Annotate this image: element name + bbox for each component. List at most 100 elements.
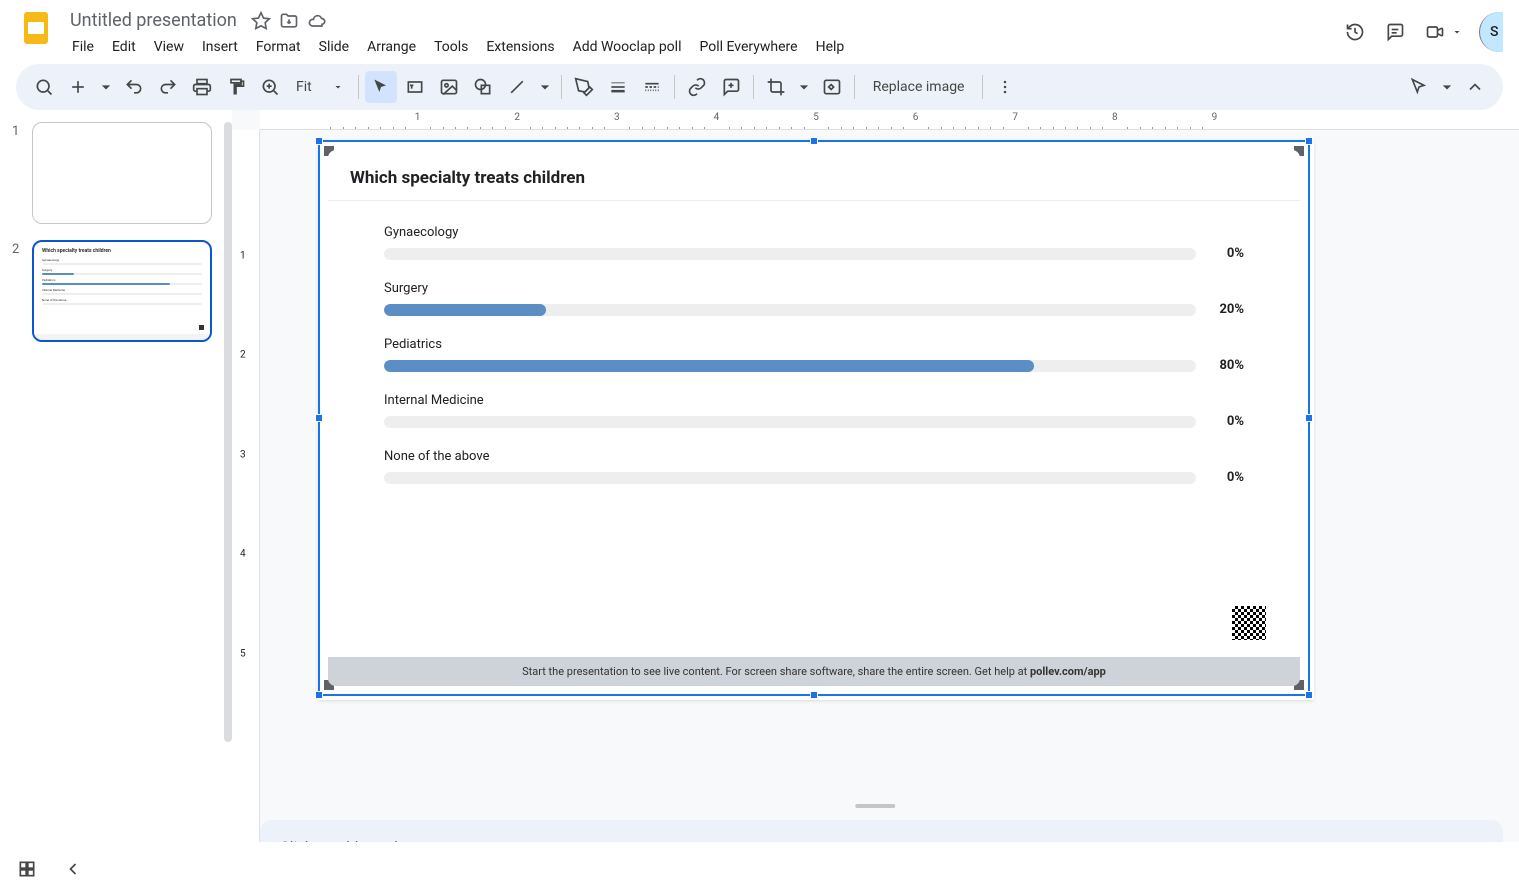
thumb-qr xyxy=(199,325,204,330)
resize-handle-br[interactable] xyxy=(1305,691,1313,699)
notes-splitter[interactable] xyxy=(554,802,1198,810)
print-icon[interactable] xyxy=(186,71,218,103)
menu-insert[interactable]: Insert xyxy=(194,35,246,59)
grid-view-icon[interactable] xyxy=(16,858,38,880)
vertical-ruler[interactable]: 12345 xyxy=(232,130,260,888)
crop-icon[interactable] xyxy=(760,71,792,103)
line-icon[interactable] xyxy=(501,71,533,103)
more-options-icon[interactable] xyxy=(989,71,1021,103)
poll-option: Gynaecology 0% xyxy=(384,225,1244,261)
poll-option: Surgery 20% xyxy=(384,281,1244,317)
menu-format[interactable]: Format xyxy=(248,35,309,59)
separator xyxy=(854,75,855,99)
menu-polleverywhere[interactable]: Poll Everywhere xyxy=(691,35,805,59)
resize-handle-tl[interactable] xyxy=(315,137,323,145)
present-dropdown-icon[interactable] xyxy=(1451,20,1463,44)
zoom-select[interactable]: Fit xyxy=(288,79,352,95)
option-bar-fill xyxy=(384,304,546,316)
image-icon[interactable] xyxy=(433,71,465,103)
option-bar-track xyxy=(384,472,1196,484)
notes-grip-icon xyxy=(856,804,896,808)
comments-icon[interactable] xyxy=(1383,20,1407,44)
menu-view[interactable]: View xyxy=(146,35,192,59)
option-label: Surgery xyxy=(384,281,1244,296)
option-bar-track xyxy=(384,416,1196,428)
resize-handle-bl[interactable] xyxy=(315,691,323,699)
filmstrip-scrollbar[interactable] xyxy=(224,122,232,742)
option-label: Pediatrics xyxy=(384,337,1244,352)
present-icon[interactable] xyxy=(1423,20,1447,44)
collapse-filmstrip-icon[interactable] xyxy=(62,858,84,880)
cloud-status-icon[interactable] xyxy=(307,11,327,31)
collapse-toolbar-icon[interactable] xyxy=(1459,71,1491,103)
poll-option: Internal Medicine 0% xyxy=(384,393,1244,429)
line-dropdown-icon[interactable] xyxy=(535,71,555,103)
option-bar-track xyxy=(384,248,1196,260)
slide-thumbnail-1[interactable] xyxy=(32,122,212,224)
filmstrip[interactable]: 1 2 Which specialty treats children Gyna… xyxy=(0,110,232,888)
canvas-area[interactable]: 123456789 12345 xyxy=(232,110,1519,888)
resize-handle-bm[interactable] xyxy=(810,691,818,699)
border-color-icon[interactable] xyxy=(568,71,600,103)
horizontal-ruler[interactable]: 123456789 xyxy=(260,110,1519,130)
option-bar-track xyxy=(384,304,1196,316)
slides-logo[interactable] xyxy=(16,8,56,48)
move-to-folder-icon[interactable] xyxy=(279,11,299,31)
menu-tools[interactable]: Tools xyxy=(426,35,476,59)
resize-handle-mr[interactable] xyxy=(1305,414,1313,422)
new-slide-dropdown-icon[interactable] xyxy=(96,71,116,103)
document-title[interactable]: Untitled presentation xyxy=(64,8,243,33)
zoom-icon[interactable] xyxy=(254,71,286,103)
separator xyxy=(982,75,983,99)
menu-wooclap[interactable]: Add Wooclap poll xyxy=(565,35,690,59)
option-label: None of the above xyxy=(384,449,1244,464)
resize-handle-tr[interactable] xyxy=(1305,137,1313,145)
toolbar: Fit Replace image xyxy=(16,64,1503,110)
slide-thumbnail-2[interactable]: Which specialty treats children Gynaecol… xyxy=(32,240,212,342)
shape-icon[interactable] xyxy=(467,71,499,103)
poll-content: Which specialty treats children Gynaecol… xyxy=(328,150,1300,686)
replace-image-button[interactable]: Replace image xyxy=(861,79,977,95)
paint-format-icon[interactable] xyxy=(220,71,252,103)
menu-arrange[interactable]: Arrange xyxy=(359,35,424,59)
crop-dropdown-icon[interactable] xyxy=(794,71,814,103)
search-menus-icon[interactable] xyxy=(28,71,60,103)
menu-help[interactable]: Help xyxy=(808,35,853,59)
star-icon[interactable] xyxy=(251,11,271,31)
thumb-title: Which specialty treats children xyxy=(42,248,202,254)
selected-object[interactable]: Which specialty treats children Gynaecol… xyxy=(318,140,1310,696)
editing-mode-icon[interactable] xyxy=(1403,71,1435,103)
poll-option: None of the above 0% xyxy=(384,449,1244,485)
history-icon[interactable] xyxy=(1343,20,1367,44)
bottom-bar xyxy=(0,842,1519,896)
menu-edit[interactable]: Edit xyxy=(104,35,144,59)
insert-link-icon[interactable] xyxy=(681,71,713,103)
reset-image-icon[interactable] xyxy=(816,71,848,103)
poll-option: Pediatrics 80% xyxy=(384,337,1244,373)
share-button[interactable]: S xyxy=(1479,12,1503,52)
qr-code xyxy=(1232,606,1266,640)
option-percent: 0% xyxy=(1208,246,1244,261)
resize-handle-ml[interactable] xyxy=(315,414,323,422)
new-slide-icon[interactable] xyxy=(62,71,94,103)
slide-number: 1 xyxy=(12,122,32,139)
separator xyxy=(674,75,675,99)
menu-slide[interactable]: Slide xyxy=(311,35,357,59)
menu-extensions[interactable]: Extensions xyxy=(478,35,562,59)
option-percent: 20% xyxy=(1208,302,1244,317)
add-comment-icon[interactable] xyxy=(715,71,747,103)
option-percent: 0% xyxy=(1208,414,1244,429)
select-tool-icon[interactable] xyxy=(365,71,397,103)
textbox-icon[interactable] xyxy=(399,71,431,103)
menu-file[interactable]: File xyxy=(64,35,102,59)
option-label: Internal Medicine xyxy=(384,393,1244,408)
resize-handle-tm[interactable] xyxy=(810,137,818,145)
border-dash-icon[interactable] xyxy=(636,71,668,103)
poll-title: Which specialty treats children xyxy=(328,150,1300,201)
option-label: Gynaecology xyxy=(384,225,1244,240)
redo-icon[interactable] xyxy=(152,71,184,103)
editing-mode-dropdown-icon[interactable] xyxy=(1437,71,1457,103)
border-weight-icon[interactable] xyxy=(602,71,634,103)
slide-canvas[interactable]: Which specialty treats children Gynaecol… xyxy=(318,140,1314,700)
undo-icon[interactable] xyxy=(118,71,150,103)
